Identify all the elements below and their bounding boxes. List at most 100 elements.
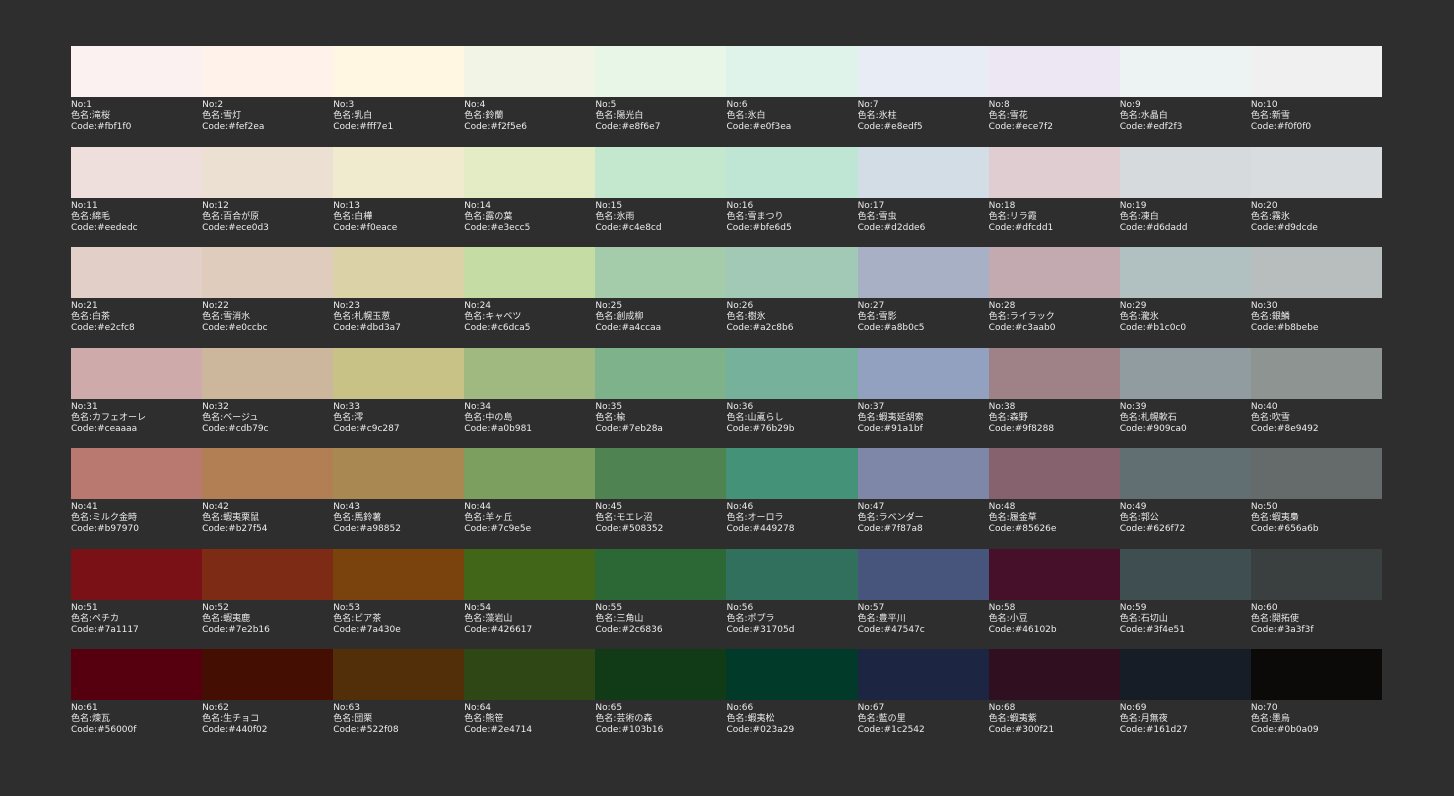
color-number: No:34 xyxy=(464,402,595,413)
color-card: No:25 色名:創成柳 Code:#a4ccaa xyxy=(595,247,727,348)
color-card: No:23 色名:札幌玉葱 Code:#dbd3a7 xyxy=(333,247,465,348)
color-card: No:65 色名:芸術の森 Code:#103b16 xyxy=(595,649,727,750)
color-number: No:20 xyxy=(1251,201,1382,212)
name-text: 雪消水 xyxy=(223,312,251,322)
color-code: Code:#449278 xyxy=(726,524,857,535)
color-card: No:62 色名:生チョコ Code:#440f02 xyxy=(202,649,334,750)
color-code: Code:#56000f xyxy=(71,725,202,736)
color-name: 色名:豊平川 xyxy=(858,614,989,625)
color-name: 色名:生チョコ xyxy=(202,714,333,725)
color-number: No:29 xyxy=(1120,301,1251,312)
color-number: No:53 xyxy=(333,603,464,614)
codelabel-text: Code: xyxy=(857,423,884,434)
code-text: #46102b xyxy=(1014,624,1057,635)
namelabel-text: 色名: xyxy=(857,211,879,222)
color-swatch xyxy=(1119,247,1251,298)
color-name: 色名:蝦夷栗鼠 xyxy=(202,513,333,524)
color-row: No:21 色名:白茶 Code:#e2cfc8 No:22 色名:雪消水 Co… xyxy=(71,247,1382,348)
namelabel-text: 色名: xyxy=(333,312,355,322)
nolabel-text: No: xyxy=(1119,301,1136,311)
nolabel-text: No: xyxy=(726,401,742,412)
color-info: No:62 色名:生チョコ Code:#440f02 xyxy=(202,700,333,736)
color-info: No:2 色名:雪灯 Code:#fef2ea xyxy=(202,97,333,133)
color-swatch xyxy=(202,347,334,399)
color-info: No:22 色名:雪消水 Code:#e0ccbc xyxy=(202,298,333,334)
color-info: No:49 色名:郭公 Code:#626f72 xyxy=(1120,499,1251,535)
nolabel-text: No: xyxy=(333,703,349,713)
code-text: #1c2542 xyxy=(883,725,925,735)
color-number: No:17 xyxy=(858,201,989,212)
no-text: 66 xyxy=(741,703,754,713)
color-number: No:67 xyxy=(858,703,989,714)
namelabel-text: 色名: xyxy=(464,111,486,121)
color-name: 色名:ペチカ xyxy=(71,614,202,625)
color-code: Code:#522f08 xyxy=(333,725,464,736)
namelabel-text: 色名: xyxy=(333,714,355,724)
code-text: #cdb79c xyxy=(228,423,269,434)
color-info: No:6 色名:氷白 Code:#e0f3ea xyxy=(726,97,857,133)
code-text: #e3ecc5 xyxy=(490,222,531,233)
codelabel-text: Code: xyxy=(1119,423,1146,434)
color-code: Code:#f2f5e6 xyxy=(464,122,595,133)
color-code: Code:#a8b0c5 xyxy=(858,323,989,334)
color-info: No:19 色名:凍白 Code:#d6dadd xyxy=(1120,198,1251,234)
color-info: No:7 色名:氷柱 Code:#e8edf5 xyxy=(858,97,989,133)
color-name: 色名:白樺 xyxy=(333,212,464,223)
code-text: #b8bebe xyxy=(1276,323,1319,333)
color-card: No:42 色名:蝦夷栗鼠 Code:#b27f54 xyxy=(202,448,334,549)
color-name: 色名:山颪らし xyxy=(726,413,857,424)
color-code: Code:#d6dadd xyxy=(1120,223,1251,234)
color-number: No:32 xyxy=(202,402,333,413)
nolabel-text: No: xyxy=(857,401,873,412)
color-swatch xyxy=(202,548,334,600)
color-code: Code:#76b29b xyxy=(726,424,857,435)
code-text: #e8f6e7 xyxy=(621,122,661,132)
color-number: No:24 xyxy=(464,301,595,312)
nolabel-text: No: xyxy=(857,502,873,512)
color-number: No:33 xyxy=(333,402,464,413)
codelabel-text: Code: xyxy=(202,423,229,434)
color-number: No:5 xyxy=(595,100,726,111)
nolabel-text: No: xyxy=(1119,200,1136,211)
nolabel-text: No: xyxy=(464,301,480,311)
namelabel-text: 色名: xyxy=(71,312,93,322)
color-card: No:49 色名:郭公 Code:#626f72 xyxy=(1119,448,1251,549)
nolabel-text: No: xyxy=(988,200,1004,211)
color-number: No:26 xyxy=(726,301,857,312)
no-text: 42 xyxy=(217,502,229,512)
color-info: No:10 色名:新雪 Code:#f0f0f0 xyxy=(1251,97,1382,133)
nolabel-text: No: xyxy=(333,401,349,412)
color-number: No:70 xyxy=(1251,703,1382,714)
color-name: 色名:ライラック xyxy=(989,312,1120,323)
no-text: 8 xyxy=(1003,100,1010,110)
color-info: No:9 色名:水晶白 Code:#edf2f3 xyxy=(1120,97,1251,133)
nolabel-text: No: xyxy=(202,502,218,512)
code-text: #ceaaaa xyxy=(97,423,138,434)
no-text: 60 xyxy=(1266,602,1278,613)
color-number: No:44 xyxy=(464,502,595,513)
color-swatch xyxy=(595,448,727,499)
color-card: No:50 色名:蝦夷梟 Code:#656a6b xyxy=(1250,448,1382,549)
nolabel-text: No: xyxy=(988,602,1004,613)
color-code: Code:#cdb79c xyxy=(202,424,333,435)
code-text: #161d27 xyxy=(1145,725,1188,735)
color-card: No:15 色名:氷雨 Code:#c4e8cd xyxy=(595,146,727,248)
color-card: No:57 色名:豊平川 Code:#47547c xyxy=(857,548,989,650)
code-text: #300f21 xyxy=(1014,725,1055,735)
code-text: #522f08 xyxy=(359,725,399,735)
color-card: No:53 色名:ビア茶 Code:#7a430e xyxy=(333,548,465,650)
color-name: 色名:煉瓦 xyxy=(71,714,202,725)
no-text: 54 xyxy=(479,602,492,613)
color-card: No:21 色名:白茶 Code:#e2cfc8 xyxy=(71,247,203,348)
namelabel-text: 色名: xyxy=(988,513,1010,523)
color-card: No:30 色名:銀鱗 Code:#b8bebe xyxy=(1250,247,1382,348)
color-name: 色名:蝦夷梟 xyxy=(1251,513,1382,524)
color-card: No:9 色名:水晶白 Code:#edf2f3 xyxy=(1119,46,1251,147)
namelabel-text: 色名: xyxy=(726,513,748,523)
codelabel-text: Code: xyxy=(857,323,884,333)
name-text: 白茶 xyxy=(92,312,111,322)
color-swatch xyxy=(1250,347,1382,399)
color-row: No:51 色名:ペチカ Code:#7a1117 No:52 色名:蝦夷鹿 C… xyxy=(71,548,1382,650)
nolabel-text: No: xyxy=(202,200,218,211)
color-swatch xyxy=(202,46,334,97)
